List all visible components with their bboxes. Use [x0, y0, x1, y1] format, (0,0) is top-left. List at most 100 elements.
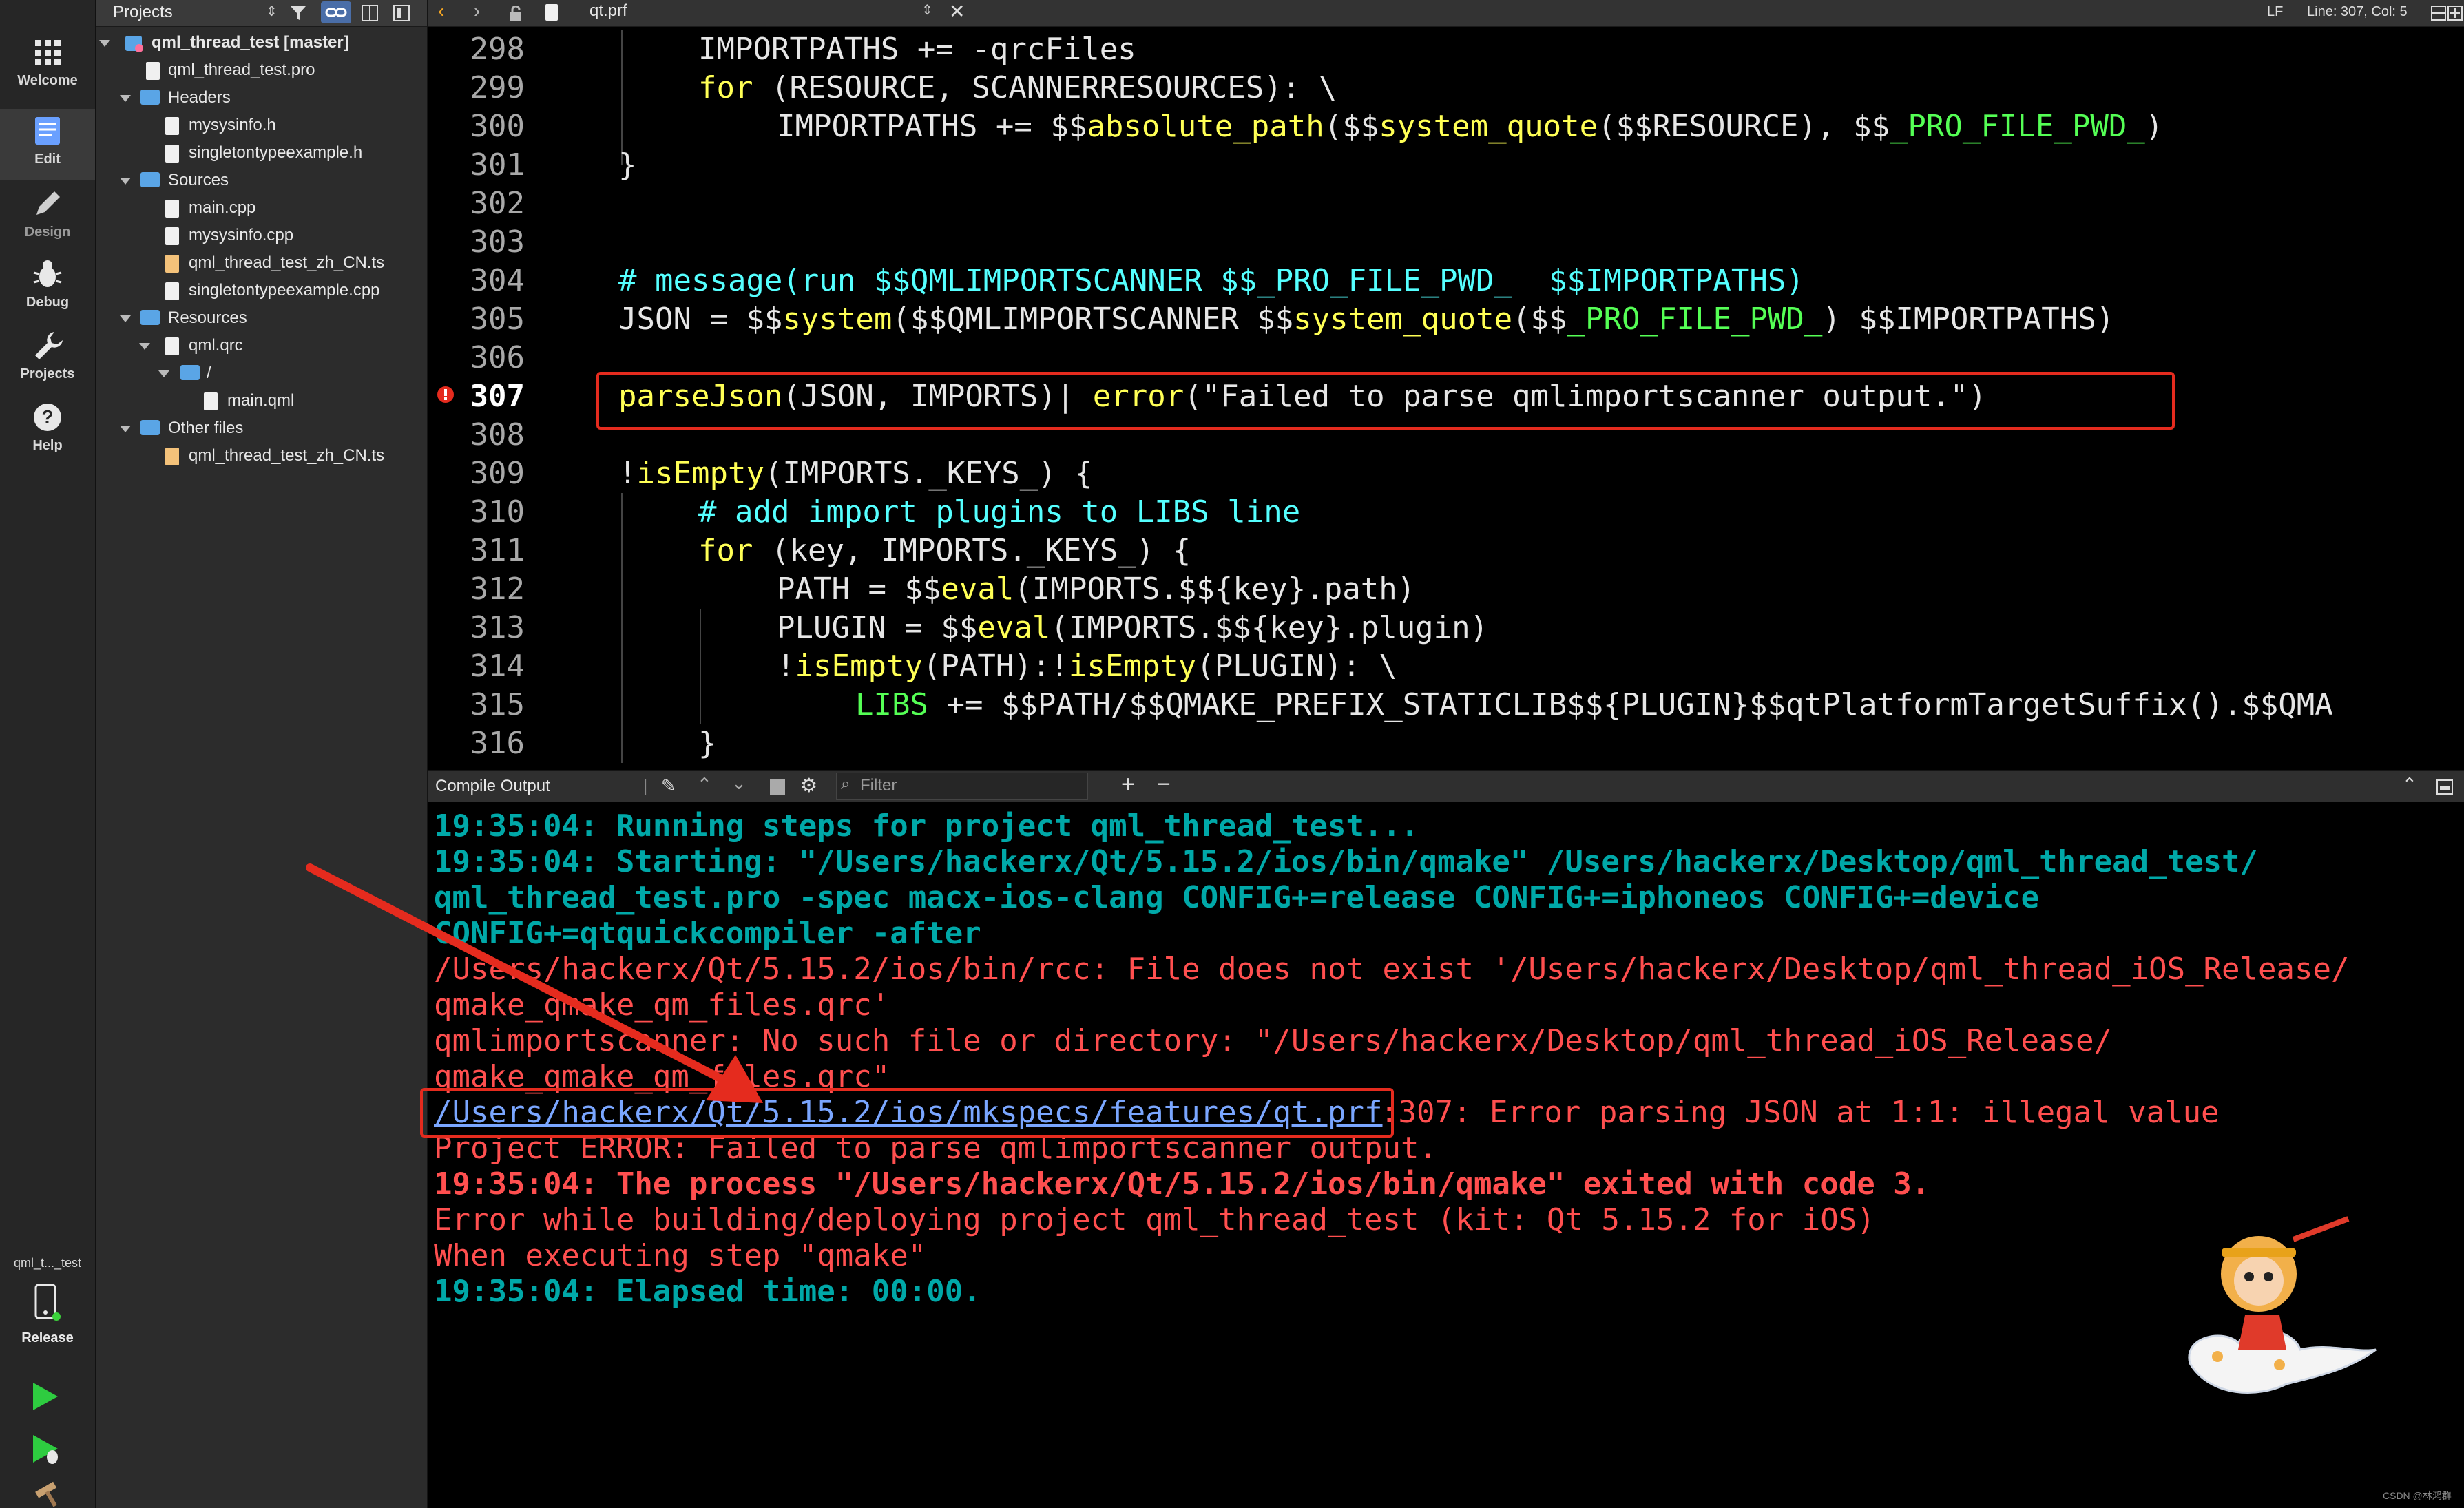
line-number: 315	[470, 687, 525, 722]
tree-item-project-root[interactable]: qml_thread_test [master]	[152, 30, 349, 55]
mode-design[interactable]: Design	[0, 187, 95, 240]
folder-icon	[140, 172, 160, 187]
annotation-box-error-line	[596, 372, 2175, 430]
previous-icon[interactable]: ⌃	[697, 774, 712, 795]
mode-debug[interactable]: Debug	[0, 258, 95, 311]
code-line-304: # message(run $$QMLIMPORTSCANNER $$_PRO_…	[618, 263, 1804, 298]
debug-run-icon[interactable]	[29, 1432, 62, 1465]
tree-item-root-prefix[interactable]: /	[207, 361, 211, 386]
back-icon[interactable]: ‹	[438, 0, 444, 22]
file-selector-icon[interactable]: ⇕	[921, 1, 933, 19]
output-line: :307: Error parsing JSON at 1:1: illegal…	[1380, 1095, 2220, 1130]
zoom-out-icon[interactable]: −	[1157, 771, 1171, 798]
filter-icon[interactable]	[289, 4, 307, 22]
build-hammer-icon[interactable]	[30, 1480, 63, 1508]
clean-icon[interactable]: ✎	[661, 775, 676, 797]
line-number: 310	[470, 494, 525, 530]
tree-item-qml-qrc[interactable]: qml.qrc	[189, 333, 243, 358]
tree-item-singleton-cpp[interactable]: singletontypeexample.cpp	[189, 278, 380, 303]
error-marker-icon[interactable]	[437, 386, 455, 404]
line-number: 316	[470, 726, 525, 761]
next-icon[interactable]: ⌄	[731, 773, 746, 794]
svg-text:?: ?	[41, 406, 53, 428]
editor-filename[interactable]: qt.prf	[589, 1, 627, 21]
expand-arrow-icon[interactable]	[139, 343, 150, 350]
code-line-315: LIBS += $$PATH/$$QMAKE_PREFIX_STATICLIB$…	[855, 687, 2333, 722]
qrc-file-icon	[165, 337, 179, 355]
tree-item-other-ts[interactable]: qml_thread_test_zh_CN.ts	[189, 443, 384, 468]
file-icon	[146, 62, 160, 80]
folder-icon	[140, 310, 160, 325]
watermark: CSDN @林鸿群	[2383, 1490, 2452, 1501]
tree-item-pro-file[interactable]: qml_thread_test.pro	[168, 58, 315, 83]
code-line-313: PLUGIN = $$eval(IMPORTS.$${key}.plugin)	[777, 610, 1489, 645]
cursor-position[interactable]: Line: 307, Col: 5	[2307, 4, 2408, 20]
code-line-311: for (key, IMPORTS._KEYS_) {	[698, 533, 1191, 568]
code-line-314: !isEmpty(PATH):!isEmpty(PLUGIN): \	[777, 649, 1397, 684]
maximize-pane-icon[interactable]: ⌃	[2402, 774, 2417, 795]
folder-icon	[140, 90, 160, 105]
bug-icon	[33, 260, 62, 287]
split-editor-icon[interactable]	[2431, 6, 2446, 21]
code-line-301: }	[618, 147, 637, 182]
edit-icon	[35, 117, 60, 145]
line-number: 299	[470, 70, 525, 105]
project-icon	[125, 36, 143, 52]
run-icon[interactable]	[29, 1380, 62, 1413]
line-number: 304	[470, 263, 525, 298]
mode-edit[interactable]: Edit	[0, 109, 95, 180]
mode-help[interactable]: ? Help	[0, 401, 95, 454]
expand-arrow-icon[interactable]	[99, 40, 110, 47]
output-line: When executing step "qmake"	[434, 1238, 927, 1273]
tree-item-singleton-h[interactable]: singletontypeexample.h	[189, 140, 362, 165]
tree-item-other-files[interactable]: Other files	[168, 416, 243, 441]
close-pane-icon[interactable]	[2436, 779, 2453, 795]
help-icon: ?	[34, 404, 61, 431]
expand-arrow-icon[interactable]	[120, 315, 131, 322]
kit-project-name: qml_t..._test	[13, 1256, 82, 1270]
lock-icon[interactable]	[508, 6, 523, 22]
filter-input[interactable]: ⌕ Filter	[836, 773, 1088, 800]
mode-welcome[interactable]: Welcome	[0, 36, 95, 89]
tree-item-main-qml[interactable]: main.qml	[227, 388, 294, 413]
code-line-298: IMPORTPATHS += -qrcFiles	[698, 32, 1136, 67]
tree-item-ts-file[interactable]: qml_thread_test_zh_CN.ts	[189, 251, 384, 275]
tree-item-mysysinfo-cpp[interactable]: mysysinfo.cpp	[189, 223, 293, 248]
file-icon	[165, 282, 179, 300]
indent-guide	[700, 609, 701, 724]
output-title[interactable]: Compile Output	[435, 777, 550, 796]
line-number: 305	[470, 302, 525, 337]
stop-icon[interactable]	[770, 779, 785, 795]
sync-link-button[interactable]	[321, 1, 351, 23]
line-number: 309	[470, 456, 525, 491]
zoom-in-icon[interactable]: +	[1121, 771, 1135, 798]
tree-item-mysysinfo-h[interactable]: mysysinfo.h	[189, 113, 276, 138]
split-new-window-icon[interactable]	[2447, 6, 2463, 21]
tree-item-main-cpp[interactable]: main.cpp	[189, 196, 255, 220]
split-icon[interactable]	[361, 4, 379, 22]
code-line-299: for (RESOURCE, SCANNERRESOURCES): \	[698, 70, 1337, 105]
close-sidebar-icon[interactable]	[393, 4, 410, 22]
mode-projects[interactable]: Projects	[0, 329, 95, 382]
filter-placeholder: Filter	[860, 776, 897, 795]
forward-icon[interactable]: ›	[474, 0, 480, 22]
file-icon	[165, 145, 179, 163]
tree-view-selector-icon[interactable]: ⇕	[266, 3, 278, 20]
line-ending[interactable]: LF	[2267, 4, 2283, 20]
expand-arrow-icon[interactable]	[120, 426, 131, 432]
close-file-icon[interactable]: ✕	[949, 0, 965, 23]
tree-item-resources[interactable]: Resources	[168, 306, 247, 331]
editor-toolbar: ‹ › qt.prf ⇕ ✕ LF Line: 307, Col: 5	[428, 0, 2464, 27]
project-tree-toolbar: Projects ⇕	[96, 0, 427, 27]
settings-gear-icon[interactable]: ⚙	[800, 774, 817, 797]
code-line-310: # add import plugins to LIBS line	[698, 494, 1301, 530]
qml-file-icon	[204, 392, 218, 410]
tree-item-headers[interactable]: Headers	[168, 85, 231, 110]
expand-arrow-icon[interactable]	[120, 95, 131, 102]
kit-selector[interactable]: Release	[0, 1281, 95, 1350]
translation-file-icon	[165, 448, 179, 465]
tree-item-sources[interactable]: Sources	[168, 168, 229, 193]
project-tree-panel: Projects ⇕ qml_thread_test [master] qml_…	[96, 0, 428, 1508]
expand-arrow-icon[interactable]	[158, 370, 169, 377]
expand-arrow-icon[interactable]	[120, 178, 131, 185]
